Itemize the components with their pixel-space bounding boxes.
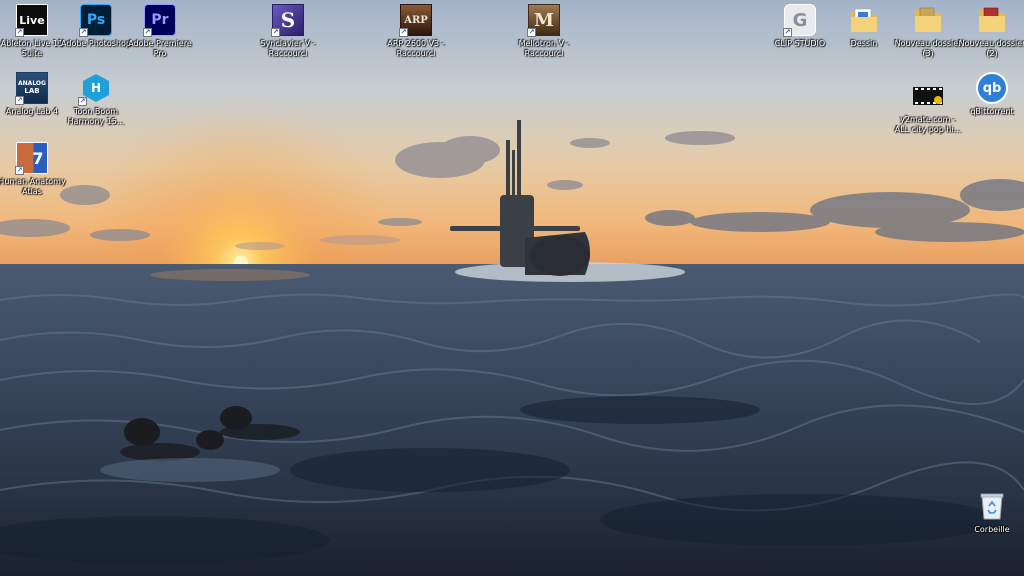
qbittorrent-icon: qb: [976, 72, 1008, 104]
shortcut-arrow-icon: ↗: [78, 97, 87, 106]
clip-studio-icon: G ↗: [783, 4, 816, 37]
svg-text:H: H: [91, 81, 101, 95]
recycle-bin-icon: [976, 490, 1008, 522]
desktop-icon-dessin[interactable]: Dessin: [828, 4, 900, 49]
icon-glyph: Ps: [86, 12, 106, 28]
desktop-icon-nouveau-dossier-3[interactable]: Nouveau dossier (3): [892, 4, 964, 59]
shortcut-arrow-icon: ↗: [143, 28, 152, 37]
desktop-icon-arp-2600-v3[interactable]: ARP ↗ ARP 2600 V3 - Raccourci: [380, 4, 452, 59]
desktop-icon-y2mate-video[interactable]: y2mate.com - ALL city pop hi...: [892, 80, 964, 135]
desktop-icon-corbeille[interactable]: Corbeille: [956, 490, 1024, 535]
arp-2600-icon: ARP ↗: [399, 4, 432, 37]
desktop-icon-human-anatomy-atlas[interactable]: 7 ↗ Human Anatomy Atlas: [0, 142, 68, 197]
desktop-icon-qbittorrent[interactable]: qb qBittorrent: [956, 72, 1024, 117]
icon-glyph: 7: [32, 148, 44, 168]
icon-label: Dessin: [850, 39, 878, 48]
premiere-pro-icon: Pr ↗: [143, 4, 176, 37]
shortcut-arrow-icon: ↗: [79, 28, 88, 37]
icon-glyph: Live: [19, 13, 45, 27]
analog-lab-icon: ANALOG LAB ↗: [15, 72, 48, 105]
icon-glyph: Pr: [151, 12, 169, 28]
icon-glyph: G: [792, 9, 808, 31]
wallpaper-image: [0, 0, 1024, 576]
shortcut-arrow-icon: ↗: [399, 28, 408, 37]
icon-glyph: LAB: [24, 87, 40, 95]
icon-label: y2mate.com - ALL city pop hi...: [894, 115, 962, 134]
icon-label: Adobe Premiere Pro: [128, 39, 192, 58]
folder-icon: [912, 4, 944, 36]
video-file-icon: [912, 80, 944, 112]
desktop-icon-clip-studio[interactable]: G ↗ CLIP STUDIO: [764, 4, 836, 49]
toon-boom-harmony-icon: H ↗: [78, 72, 112, 106]
icon-glyph: M: [534, 9, 554, 31]
icon-label: ARP 2600 V3 - Raccourci: [387, 39, 445, 58]
icon-label: Adobe Photoshop: [61, 39, 131, 48]
shortcut-arrow-icon: ↗: [15, 96, 24, 105]
icon-label: Analog Lab 4: [5, 107, 59, 116]
desktop-icon-synclavier-v[interactable]: S ↗ Synclavier V - Raccourci: [252, 4, 324, 59]
desktop-icon-toon-boom-harmony[interactable]: H ↗ Toon Boom Harmony 15...: [60, 72, 132, 127]
icon-label: Toon Boom Harmony 15...: [67, 107, 125, 126]
desktop-icon-analog-lab-4[interactable]: ANALOG LAB ↗ Analog Lab 4: [0, 72, 68, 117]
desktop-icon-nouveau-dossier-2[interactable]: Nouveau dossier (2): [956, 4, 1024, 59]
icon-label: Corbeille: [974, 525, 1010, 534]
icon-glyph: ARP: [404, 14, 428, 26]
icon-label: Nouveau dossier (3): [894, 39, 962, 58]
desktop-icon-mellotron-v[interactable]: M ↗ Mellotron V - Raccourci: [508, 4, 580, 59]
icon-glyph: qb: [982, 80, 1002, 96]
icon-label: Human Anatomy Atlas: [0, 177, 66, 196]
icon-glyph: S: [280, 8, 296, 32]
folder-icon: [976, 4, 1008, 36]
ableton-live-icon: Live ↗: [15, 4, 48, 37]
human-anatomy-atlas-icon: 7 ↗: [15, 142, 48, 175]
icon-label: CLIP STUDIO: [774, 39, 826, 48]
synclavier-icon: S ↗: [271, 4, 304, 37]
shortcut-arrow-icon: ↗: [527, 28, 536, 37]
icon-label: Mellotron V - Raccourci: [518, 39, 570, 58]
icon-label: qBittorrent: [970, 107, 1014, 116]
photoshop-icon: Ps ↗: [79, 4, 112, 37]
desktop[interactable]: Live ↗ Ableton Live 11 Suite Ps ↗ Adobe …: [0, 0, 1024, 576]
folder-icon: [848, 4, 880, 36]
shortcut-arrow-icon: ↗: [271, 28, 280, 37]
shortcut-arrow-icon: ↗: [15, 28, 24, 37]
shortcut-arrow-icon: ↗: [783, 28, 792, 37]
desktop-icon-adobe-premiere-pro[interactable]: Pr ↗ Adobe Premiere Pro: [124, 4, 196, 59]
icon-label: Synclavier V - Raccourci: [260, 39, 316, 58]
shortcut-arrow-icon: ↗: [15, 166, 24, 175]
desktop-icon-adobe-photoshop[interactable]: Ps ↗ Adobe Photoshop: [60, 4, 132, 49]
icon-label: Ableton Live 11 Suite: [0, 39, 64, 58]
desktop-icon-ableton-live[interactable]: Live ↗ Ableton Live 11 Suite: [0, 4, 68, 59]
mellotron-icon: M ↗: [527, 4, 560, 37]
icon-label: Nouveau dossier (2): [958, 39, 1024, 58]
